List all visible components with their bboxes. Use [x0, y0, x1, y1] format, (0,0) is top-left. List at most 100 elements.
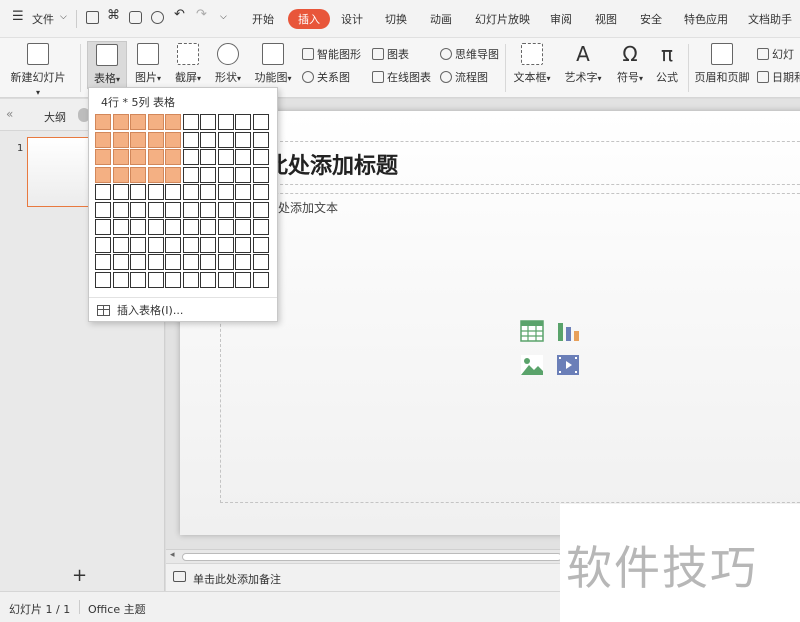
scroll-left-icon[interactable]: ◂	[170, 550, 175, 560]
smart-graphic-button[interactable]: 智能图形	[302, 46, 361, 62]
table-grid-cell[interactable]	[235, 131, 251, 148]
table-grid-cell[interactable]	[235, 254, 251, 270]
table-grid-cell[interactable]	[217, 184, 234, 200]
table-grid-cell[interactable]	[95, 271, 111, 288]
collapse-panel-icon[interactable]: «	[6, 107, 13, 121]
table-grid-cell[interactable]	[112, 184, 129, 200]
table-grid-cell[interactable]	[130, 236, 146, 253]
table-button[interactable]: 表格▾	[87, 41, 127, 89]
table-grid-cell[interactable]	[217, 254, 234, 270]
table-grid-cell[interactable]	[130, 114, 146, 130]
wordart-button[interactable]: A 艺术字▾	[560, 43, 606, 85]
table-grid-cell[interactable]	[252, 254, 269, 270]
table-grid-cell[interactable]	[147, 114, 164, 130]
table-grid-cell[interactable]	[165, 131, 181, 148]
save-icon[interactable]	[86, 11, 99, 24]
table-grid-cell[interactable]	[95, 131, 111, 148]
table-grid-cell[interactable]	[182, 114, 199, 130]
table-grid-cell[interactable]	[95, 184, 111, 200]
table-grid-cell[interactable]	[182, 131, 199, 148]
table-grid-cell[interactable]	[217, 236, 234, 253]
table-grid-cell[interactable]	[252, 236, 269, 253]
table-grid-cell[interactable]	[147, 254, 164, 270]
table-grid-cell[interactable]	[182, 201, 199, 218]
table-grid-cell[interactable]	[112, 236, 129, 253]
tab-home[interactable]: 开始	[252, 11, 274, 27]
insert-table-menu-item[interactable]: 插入表格(I)...	[97, 302, 183, 318]
table-grid-cell[interactable]	[252, 184, 269, 200]
table-grid-cell[interactable]	[130, 254, 146, 270]
redo-icon[interactable]: ↷	[196, 7, 207, 22]
tab-review[interactable]: 审阅	[550, 11, 572, 27]
table-grid-cell[interactable]	[235, 149, 251, 165]
table-grid-cell[interactable]	[200, 184, 216, 200]
new-slide-button[interactable]: 新建幻灯片 ▾	[8, 43, 68, 98]
tab-outline[interactable]: 大纲	[44, 109, 66, 125]
format-painter-icon[interactable]: ⌘	[107, 8, 120, 23]
scrollbar-thumb[interactable]	[182, 553, 562, 561]
function-chart-button[interactable]: 功能图▾	[250, 43, 296, 85]
table-grid-cell[interactable]	[235, 114, 251, 130]
tab-doc-assistant[interactable]: 文档助手	[748, 11, 792, 27]
table-grid-cell[interactable]	[95, 254, 111, 270]
table-grid-cell[interactable]	[165, 219, 181, 235]
table-grid-cell[interactable]	[112, 201, 129, 218]
table-grid-cell[interactable]	[182, 254, 199, 270]
table-grid[interactable]	[95, 114, 273, 290]
online-chart-button[interactable]: 在线图表	[372, 69, 431, 85]
table-grid-cell[interactable]	[147, 131, 164, 148]
table-grid-cell[interactable]	[147, 219, 164, 235]
insert-video-icon[interactable]	[556, 353, 580, 377]
insert-table-icon[interactable]	[520, 319, 544, 343]
table-grid-cell[interactable]	[112, 131, 129, 148]
table-grid-cell[interactable]	[165, 184, 181, 200]
table-grid-cell[interactable]	[235, 236, 251, 253]
table-grid-cell[interactable]	[217, 114, 234, 130]
table-grid-cell[interactable]	[130, 184, 146, 200]
tab-view[interactable]: 视图	[595, 11, 617, 27]
table-grid-cell[interactable]	[252, 201, 269, 218]
table-grid-cell[interactable]	[165, 114, 181, 130]
table-grid-cell[interactable]	[252, 271, 269, 288]
table-grid-cell[interactable]	[130, 271, 146, 288]
table-grid-cell[interactable]	[200, 131, 216, 148]
table-grid-cell[interactable]	[112, 219, 129, 235]
tab-features[interactable]: 特色应用	[684, 11, 728, 27]
table-grid-cell[interactable]	[182, 219, 199, 235]
shape-button[interactable]: 形状▾	[208, 43, 248, 85]
table-grid-cell[interactable]	[95, 201, 111, 218]
table-grid-cell[interactable]	[165, 149, 181, 165]
table-grid-cell[interactable]	[200, 166, 216, 183]
table-grid-cell[interactable]	[95, 166, 111, 183]
table-grid-cell[interactable]	[182, 166, 199, 183]
table-grid-cell[interactable]	[252, 114, 269, 130]
table-grid-cell[interactable]	[217, 166, 234, 183]
tab-insert[interactable]: 插入	[288, 9, 330, 29]
textbox-button[interactable]: 文本框▾	[510, 43, 554, 85]
table-grid-cell[interactable]	[235, 184, 251, 200]
table-grid-cell[interactable]	[200, 149, 216, 165]
table-grid-cell[interactable]	[182, 184, 199, 200]
table-grid-cell[interactable]	[200, 114, 216, 130]
table-grid-cell[interactable]	[252, 219, 269, 235]
table-grid-cell[interactable]	[235, 219, 251, 235]
picture-button[interactable]: 图片▾	[130, 43, 166, 85]
table-grid-cell[interactable]	[182, 149, 199, 165]
table-grid-cell[interactable]	[235, 166, 251, 183]
table-grid-cell[interactable]	[95, 114, 111, 130]
table-grid-cell[interactable]	[165, 166, 181, 183]
table-grid-cell[interactable]	[147, 149, 164, 165]
table-grid-cell[interactable]	[182, 236, 199, 253]
file-dropdown-chevron-icon[interactable]: ⌵	[60, 12, 67, 22]
table-grid-cell[interactable]	[217, 219, 234, 235]
tab-animation[interactable]: 动画	[430, 11, 452, 27]
table-grid-cell[interactable]	[130, 219, 146, 235]
table-grid-cell[interactable]	[112, 254, 129, 270]
table-grid-cell[interactable]	[112, 271, 129, 288]
add-slide-button[interactable]: +	[72, 565, 87, 586]
mind-map-button[interactable]: 思维导图	[440, 46, 499, 62]
table-grid-cell[interactable]	[200, 219, 216, 235]
undo-icon[interactable]: ↶	[174, 7, 185, 22]
table-grid-cell[interactable]	[182, 271, 199, 288]
table-grid-cell[interactable]	[165, 271, 181, 288]
